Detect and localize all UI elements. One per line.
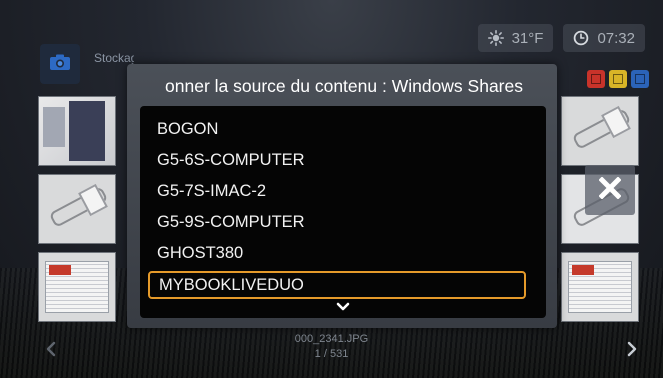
close-button[interactable] bbox=[585, 165, 635, 215]
time-text: 07:32 bbox=[597, 29, 635, 47]
list-item[interactable]: BOGON bbox=[157, 116, 218, 142]
weather-widget: 31°F bbox=[477, 24, 554, 52]
file-count: 1 / 531 bbox=[314, 348, 349, 360]
temperature-text: 31°F bbox=[511, 29, 544, 47]
thumbnail[interactable] bbox=[38, 174, 116, 244]
clock-widget: 07:32 bbox=[563, 24, 645, 52]
camera-icon bbox=[49, 53, 71, 76]
chevron-down-icon[interactable] bbox=[335, 300, 351, 312]
list-item[interactable]: GHOST380 bbox=[157, 240, 243, 266]
photo-source-button[interactable] bbox=[40, 44, 80, 84]
red-key-icon[interactable] bbox=[587, 70, 605, 88]
status-bar: 31°F 07:32 bbox=[477, 24, 645, 52]
list-item[interactable]: G5-9S-COMPUTER bbox=[157, 209, 305, 235]
content-source-dialog: onner la source du contenu : Windows Sha… bbox=[127, 64, 557, 328]
blue-key-icon[interactable] bbox=[631, 70, 649, 88]
share-list: BOGON G5-6S-COMPUTER G5-7S-IMAC-2 G5-9S-… bbox=[140, 106, 546, 318]
thumbnail[interactable] bbox=[561, 96, 639, 166]
chevron-left-icon[interactable] bbox=[44, 340, 58, 358]
close-icon bbox=[598, 175, 622, 204]
list-item[interactable]: G5-6S-COMPUTER bbox=[157, 147, 305, 173]
media-browser-background: 31°F 07:32 Stockage interne bbox=[0, 0, 663, 378]
dialog-title: onner la source du contenu : Windows Sha… bbox=[127, 76, 557, 100]
file-name: 000_2341.JPG bbox=[294, 333, 369, 345]
clock-icon bbox=[573, 30, 589, 46]
list-item-selected[interactable]: MYBOOKLIVEDUO bbox=[148, 271, 526, 299]
thumbnail[interactable] bbox=[561, 252, 639, 322]
list-item[interactable]: G5-7S-IMAC-2 bbox=[157, 178, 266, 204]
thumbnail[interactable] bbox=[38, 252, 116, 322]
color-key-group bbox=[587, 70, 649, 88]
dialog-title-text: onner la source du contenu : Windows Sha… bbox=[165, 76, 523, 96]
storage-label: Stockage interne bbox=[94, 51, 134, 65]
thumbnail[interactable] bbox=[38, 96, 116, 166]
sun-icon bbox=[487, 30, 504, 46]
chevron-right-icon[interactable] bbox=[625, 340, 639, 358]
yellow-key-icon[interactable] bbox=[609, 70, 627, 88]
